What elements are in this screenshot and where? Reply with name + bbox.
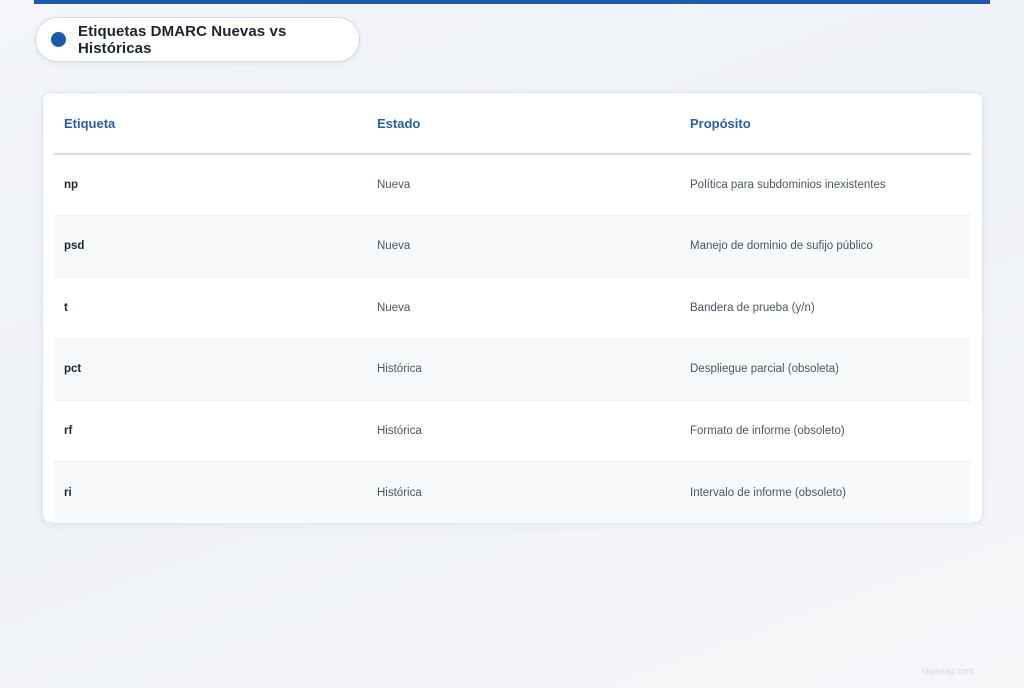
table-row: psd Nueva Manejo de dominio de sufijo pú… <box>54 215 971 278</box>
column-header-estado: Estado <box>367 93 680 155</box>
cell-tag: ri <box>54 461 367 523</box>
dmarc-tags-table: Etiqueta Estado Propósito np Nueva Polít… <box>54 93 971 523</box>
cell-tag: psd <box>54 215 367 278</box>
cell-purpose: Formato de informe (obsoleto) <box>680 400 971 462</box>
cell-tag: np <box>54 154 367 216</box>
cell-status: Nueva <box>367 154 680 216</box>
cell-status: Nueva <box>367 277 680 339</box>
cell-tag: rf <box>54 400 367 462</box>
column-header-proposito: Propósito <box>680 93 971 155</box>
table-row: np Nueva Política para subdominios inexi… <box>54 154 971 216</box>
page-title: Etiquetas DMARC Nuevas vs Históricas <box>78 22 287 57</box>
cell-purpose: Manejo de dominio de sufijo público <box>680 215 971 278</box>
cell-purpose: Política para subdominios inexistentes <box>680 154 971 216</box>
cell-status: Nueva <box>367 215 680 278</box>
table-row: ri Histórica Intervalo de informe (obsol… <box>54 461 971 523</box>
table-row: pct Histórica Despliegue parcial (obsole… <box>54 338 971 401</box>
cell-status: Histórica <box>367 461 680 523</box>
watermark: skysnag.com <box>921 666 974 676</box>
cell-purpose: Despliegue parcial (obsoleta) <box>680 338 971 401</box>
cell-purpose: Intervalo de informe (obsoleto) <box>680 461 971 523</box>
cell-tag: t <box>54 277 367 339</box>
top-accent-bar <box>34 0 990 4</box>
cell-purpose: Bandera de prueba (y/n) <box>680 277 971 339</box>
tags-table-card: Etiqueta Estado Propósito np Nueva Polít… <box>42 92 983 523</box>
cell-status: Histórica <box>367 400 680 462</box>
page-title-pill: Etiquetas DMARC Nuevas vs Históricas <box>35 17 360 62</box>
bullet-dot-icon <box>51 32 66 47</box>
cell-status: Histórica <box>367 338 680 401</box>
table-row: t Nueva Bandera de prueba (y/n) <box>54 277 971 339</box>
table-row: rf Histórica Formato de informe (obsolet… <box>54 400 971 462</box>
table-header-row: Etiqueta Estado Propósito <box>54 93 971 155</box>
cell-tag: pct <box>54 338 367 401</box>
column-header-etiqueta: Etiqueta <box>54 93 367 155</box>
